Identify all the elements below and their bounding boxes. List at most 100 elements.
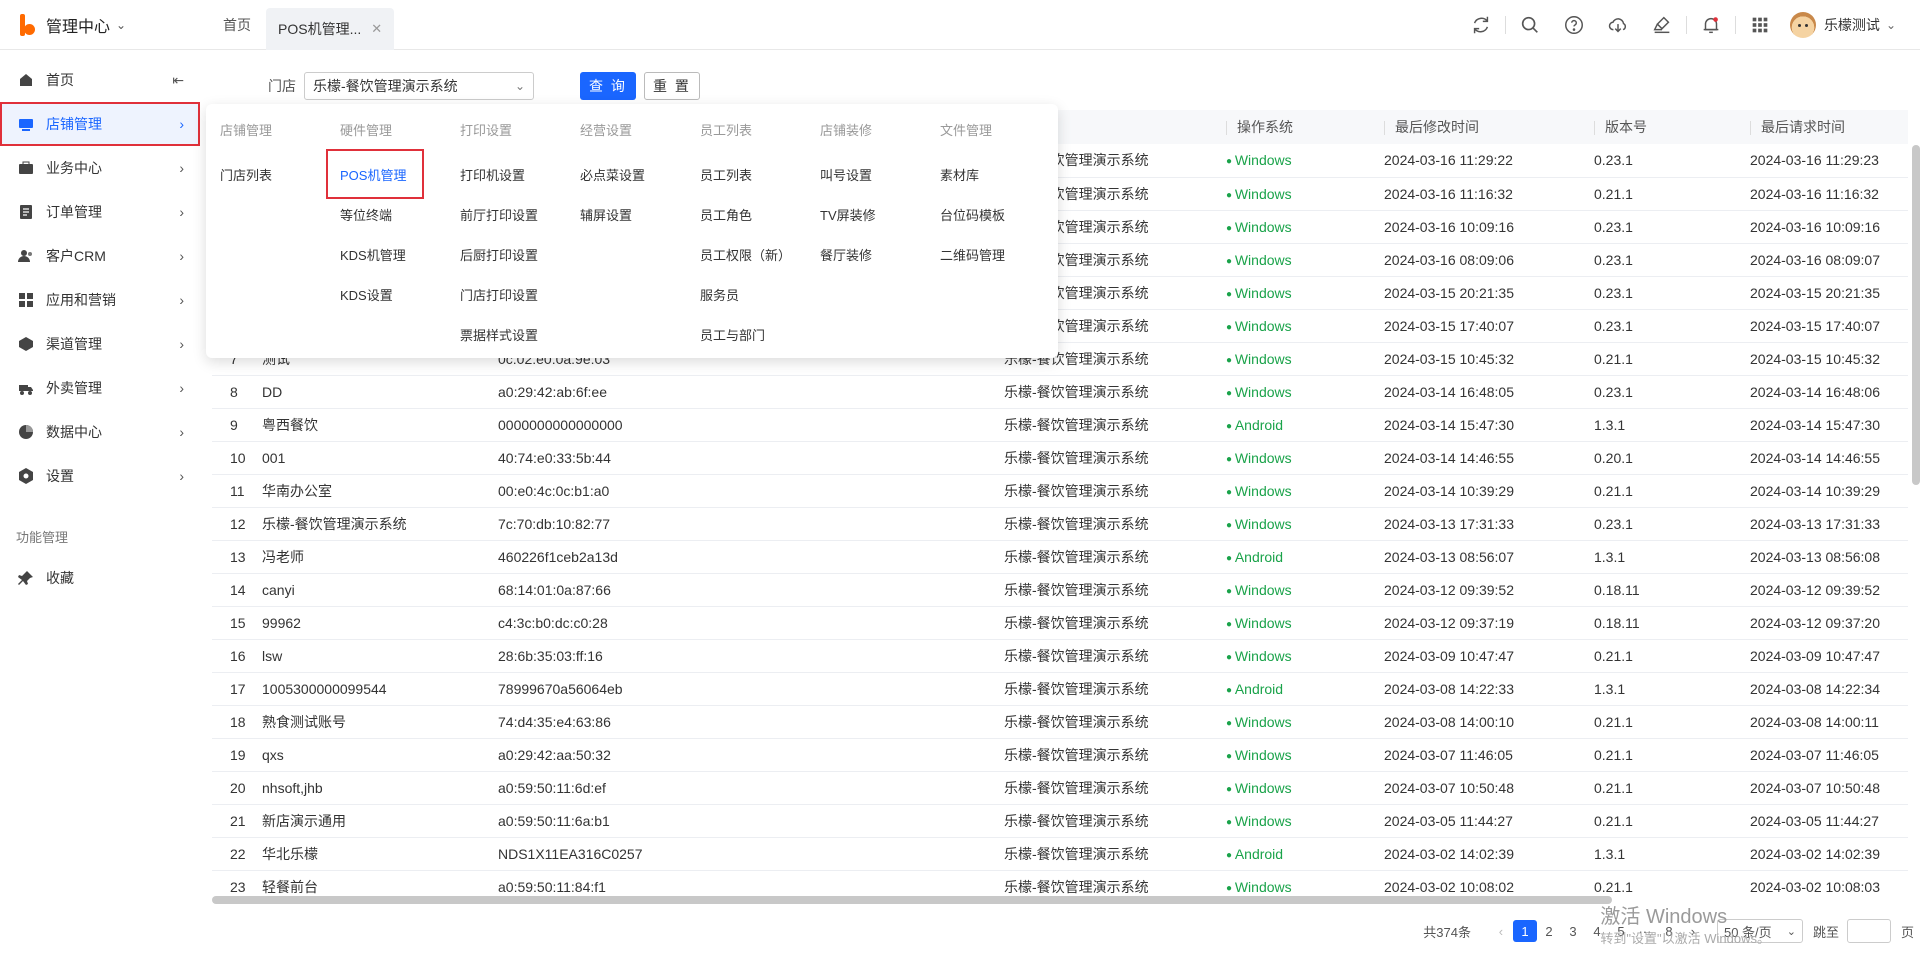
sidebar-item-label: 订单管理 — [46, 204, 102, 220]
menu-item-material-library[interactable]: 素材库 — [926, 154, 1046, 194]
table-cell: 68:14:01:0a:87:66 — [488, 573, 994, 607]
table-cell: 乐檬-餐饮管理演示系统 — [994, 672, 1216, 706]
sidebar-item-data-center[interactable]: 数据中心 › — [0, 410, 200, 454]
table-cell: Windows — [1216, 606, 1374, 640]
table-cell: 2024-03-14 15:47:30 — [1374, 408, 1584, 442]
table-cell: Windows — [1216, 375, 1374, 409]
menu-item-store-list[interactable]: 门店列表 — [206, 154, 326, 194]
menu-item-waiters[interactable]: 服务员 — [686, 274, 806, 314]
table-cell: Android — [1216, 672, 1374, 706]
search-icon[interactable] — [1508, 0, 1552, 50]
table-row[interactable]: 17 1005300000099544 78999670a56064eb 乐檬-餐饮管… — [212, 672, 1908, 706]
page-2[interactable]: 2 — [1537, 920, 1561, 942]
menu-item-staff-departments[interactable]: 员工与部门 — [686, 314, 806, 354]
menu-item-printer-settings[interactable]: 打印机设置 — [446, 154, 566, 194]
menu-item-kds-management[interactable]: KDS机管理 — [326, 234, 446, 274]
menu-item-kds-settings[interactable]: KDS设置 — [326, 274, 446, 314]
table-cell: 8 — [212, 375, 252, 409]
jump-page-input[interactable] — [1846, 919, 1891, 943]
table-row[interactable]: 12 乐檬-餐饮管理演示系统 7c:70:db:10:82:77 乐檬-餐饮管理演示系… — [212, 507, 1908, 541]
store-select-value: 乐檬-餐饮管理演示系统 — [313, 78, 458, 94]
table-row[interactable]: 19qxsa0:29:42:aa:50:32乐檬-餐饮管理演示系统Windows… — [212, 738, 1908, 772]
username[interactable]: 乐檬测试 — [1824, 15, 1880, 35]
table-cell: 2024-03-02 14:02:39 — [1740, 837, 1908, 871]
column-header-last-request[interactable]: 最后请求时间 — [1740, 110, 1908, 144]
grid-apps-icon[interactable] — [1738, 0, 1782, 50]
menu-item-queue-terminal[interactable]: 等位终端 — [326, 194, 446, 234]
menu-item-tv-screen[interactable]: TV屏装修 — [806, 194, 926, 234]
sidebar-item-store-management[interactable]: 店铺管理 › — [0, 102, 200, 146]
menu-item-restaurant-decoration[interactable]: 餐厅装修 — [806, 234, 926, 274]
sidebar-item-label: 首页 — [46, 72, 74, 88]
table-row[interactable]: 21新店演示通用a0:59:50:11:6a:b1乐檬-餐饮管理演示系统Wind… — [212, 804, 1908, 838]
clear-icon[interactable] — [1640, 0, 1684, 50]
sidebar-item-delivery-management[interactable]: 外卖管理 › — [0, 366, 200, 410]
table-cell: 2024-03-16 11:16:32 — [1740, 177, 1908, 211]
table-cell: 0.23.1 — [1584, 507, 1740, 541]
chevron-down-icon[interactable]: ⌄ — [1886, 18, 1896, 32]
tab-pos-management[interactable]: POS机管理... ✕ — [266, 7, 395, 50]
vertical-scrollbar[interactable] — [1912, 145, 1920, 485]
horizontal-scrollbar[interactable] — [212, 896, 1612, 904]
table-row[interactable]: 9粤西餐饮0000000000000000乐檬-餐饮管理演示系统Android2… — [212, 408, 1908, 442]
tab-bar: 首页 POS机管理... ✕ — [208, 0, 395, 50]
sidebar-item-order-management[interactable]: 订单管理 › — [0, 190, 200, 234]
order-icon — [20, 205, 32, 219]
reset-button[interactable]: 重 置 — [644, 72, 700, 100]
page-3[interactable]: 3 — [1561, 920, 1585, 942]
column-header-os[interactable]: 操作系统 — [1216, 110, 1374, 144]
table-row[interactable]: 8DDa0:29:42:ab:6f:ee乐檬-餐饮管理演示系统Windows20… — [212, 375, 1908, 409]
table-row[interactable]: 16lsw28:6b:35:03:ff:16乐檬-餐饮管理演示系统Windows… — [212, 639, 1908, 673]
bell-icon[interactable] — [1689, 0, 1733, 50]
menu-item-call-number[interactable]: 叫号设置 — [806, 154, 926, 194]
menu-item-required-dishes[interactable]: 必点菜设置 — [566, 154, 686, 194]
app-switcher[interactable]: 管理中心 ⌄ — [0, 0, 200, 50]
close-icon[interactable]: ✕ — [371, 21, 382, 37]
avatar[interactable] — [1789, 12, 1816, 38]
sidebar-item-business-center[interactable]: 业务中心 › — [0, 146, 200, 190]
search-button[interactable]: 查 询 — [580, 72, 636, 100]
sidebar-item-home[interactable]: 首页 ⇤ — [0, 58, 200, 102]
sidebar-item-settings[interactable]: 设置 › — [0, 454, 200, 498]
sidebar-item-apps-marketing[interactable]: 应用和营销 › — [0, 278, 200, 322]
table-cell: 20 — [212, 771, 252, 805]
table-row[interactable]: 13冯老师460226f1ceb2a13d乐檬-餐饮管理演示系统Android2… — [212, 540, 1908, 574]
menu-item-table-code-template[interactable]: 台位码模板 — [926, 194, 1046, 234]
menu-item-store-print[interactable]: 门店打印设置 — [446, 274, 566, 314]
table-cell: Windows — [1216, 639, 1374, 673]
sidebar-item-channel-management[interactable]: 渠道管理 › — [0, 322, 200, 366]
menu-item-pos-management[interactable]: POS机管理 — [326, 149, 424, 199]
sidebar-item-crm[interactable]: 客户CRM › — [0, 234, 200, 278]
menu-item-secondary-screen[interactable]: 辅屏设置 — [566, 194, 686, 234]
column-header-version[interactable]: 版本号 — [1584, 110, 1740, 144]
refresh-icon[interactable] — [1459, 0, 1503, 50]
menu-item-receipt-style[interactable]: 票据样式设置 — [446, 314, 566, 354]
menu-item-front-print[interactable]: 前厅打印设置 — [446, 194, 566, 234]
table-cell: 乐檬-餐饮管理演示系统 — [994, 606, 1216, 640]
table-cell: Windows — [1216, 507, 1374, 541]
table-cell: 2024-03-16 10:09:16 — [1374, 210, 1584, 244]
table-cell: 7c:70:db:10:82:77 — [488, 507, 994, 541]
help-icon[interactable] — [1552, 0, 1596, 50]
menu-item-staff-roles[interactable]: 员工角色 — [686, 194, 806, 234]
tab-home[interactable]: 首页 — [208, 0, 266, 50]
sidebar-item-favorites[interactable]: 收藏 — [0, 556, 200, 600]
store-select[interactable]: 乐檬-餐饮管理演示系统 ⌄ — [304, 72, 534, 100]
menu-item-staff-list[interactable]: 员工列表 — [686, 154, 806, 194]
menu-item-qrcode-management[interactable]: 二维码管理 — [926, 234, 1046, 274]
page-1[interactable]: 1 — [1512, 920, 1537, 942]
cloud-download-icon[interactable] — [1596, 0, 1640, 50]
table-row[interactable]: 1599962c4:3c:b0:dc:c0:28乐檬-餐饮管理演示系统Windo… — [212, 606, 1908, 640]
table-row[interactable]: 1000140:74:e0:33:5b:44乐檬-餐饮管理演示系统Windows… — [212, 441, 1908, 475]
table-row[interactable]: 18熟食测试账号74:d4:35:e4:63:86乐檬-餐饮管理演示系统Wind… — [212, 705, 1908, 739]
column-header-modified[interactable]: 最后修改时间 — [1374, 110, 1584, 144]
menu-item-staff-permissions[interactable]: 员工权限（新） — [686, 234, 806, 274]
prev-page-icon[interactable]: ‹ — [1489, 920, 1513, 942]
table-row[interactable]: 22华北乐檬NDS1X11EA316C0257乐檬-餐饮管理演示系统Androi… — [212, 837, 1908, 871]
table-row[interactable]: 20 nhsoft,jhb a0:59:50:11:6d:ef 乐檬-餐饮管理演示系统… — [212, 771, 1908, 805]
table-row[interactable]: 14canyi68:14:01:0a:87:66乐檬-餐饮管理演示系统Windo… — [212, 573, 1908, 607]
table-cell: 0.23.1 — [1584, 375, 1740, 409]
menu-item-kitchen-print[interactable]: 后厨打印设置 — [446, 234, 566, 274]
collapse-sidebar-icon[interactable]: ⇤ — [172, 72, 184, 89]
table-row[interactable]: 11华南办公室00:e0:4c:0c:b1:a0乐檬-餐饮管理演示系统Windo… — [212, 474, 1908, 508]
